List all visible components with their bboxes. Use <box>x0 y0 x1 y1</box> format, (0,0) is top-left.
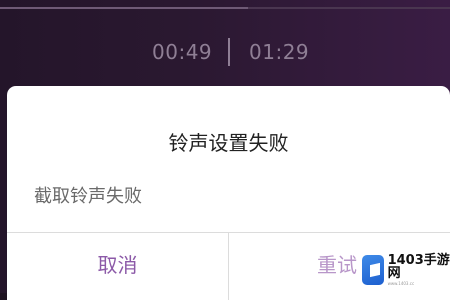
cancel-button[interactable]: 取消 <box>7 233 228 293</box>
playback-progress-fill <box>0 7 248 9</box>
total-duration: 01:29 <box>249 40 310 64</box>
elapsed-time: 00:49 <box>152 40 213 64</box>
site-watermark: 1403手游网 www.1403.cc <box>358 246 450 293</box>
watermark-subtext: www.1403.cc <box>387 280 415 286</box>
watermark-logo-icon <box>362 254 384 285</box>
time-divider <box>228 38 230 66</box>
dialog-title: 铃声设置失败 <box>168 131 289 155</box>
dialog-message: 截取铃声失败 <box>34 186 142 207</box>
watermark-text: 1403手游网 <box>387 252 450 281</box>
playback-progress-bar[interactable] <box>0 7 450 9</box>
